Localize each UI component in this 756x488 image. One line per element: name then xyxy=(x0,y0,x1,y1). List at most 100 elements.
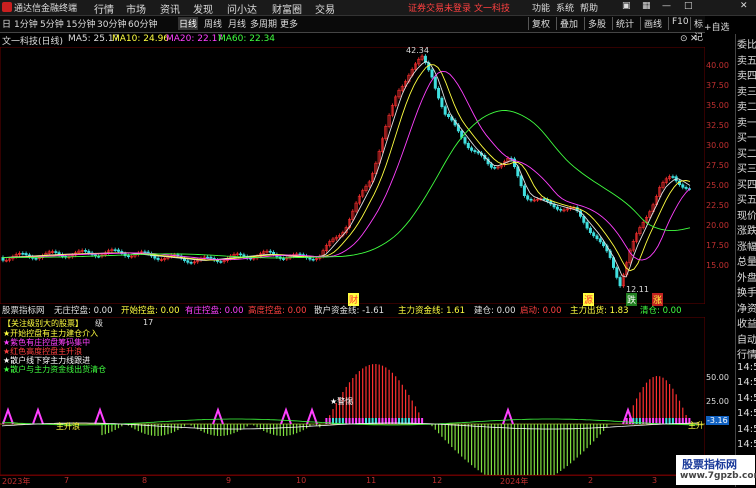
ind-value-gaodu: 高度控盘: 0.00 xyxy=(248,306,307,316)
candle xyxy=(117,249,121,252)
period-multi[interactable]: 多周期 xyxy=(250,17,277,30)
stock-title: 文一科技(日线) xyxy=(2,37,64,47)
period-monthly[interactable]: 月线 xyxy=(228,17,246,30)
candle xyxy=(281,258,285,260)
candle xyxy=(595,235,599,240)
grid-icon[interactable]: ▦ xyxy=(642,1,651,11)
fuquan-button[interactable]: 复权 xyxy=(528,17,553,30)
period-15min[interactable]: 15分钟 xyxy=(66,17,95,30)
sidebar-item[interactable]: 14:50 xyxy=(737,408,756,419)
price-tick: 40.00 xyxy=(706,61,729,70)
base-bar xyxy=(658,418,661,424)
sidebar-item[interactable]: 卖五 xyxy=(737,52,756,67)
base-bar xyxy=(341,418,344,424)
title-bar: 通达信金融终端 行情 市场 资讯 发现 问小达 财富圈 交易 证券交易未登录 文… xyxy=(0,0,756,16)
tongji-button[interactable]: 统计 xyxy=(612,17,637,30)
sidebar-item[interactable]: 14:50 xyxy=(737,362,756,373)
date-axis: 2023年 7 8 9 10 11 12 2024年 2 3 xyxy=(0,475,735,488)
candle xyxy=(615,267,619,278)
sidebar-item[interactable]: 买四 xyxy=(737,176,756,191)
candle xyxy=(209,256,213,259)
close-small-icon[interactable]: ✕ xyxy=(690,34,698,44)
sidebar-item[interactable]: 现价 xyxy=(737,207,756,222)
sidebar-item[interactable]: 买二 xyxy=(737,145,756,160)
period-60min[interactable]: 60分钟 xyxy=(128,17,157,30)
f10-button[interactable]: F10 xyxy=(668,17,692,30)
candle xyxy=(526,195,530,200)
menu-bangzhu[interactable]: 帮助 xyxy=(580,1,598,14)
period-5min[interactable]: 5分钟 xyxy=(40,17,64,30)
menu-caifuquan[interactable]: 财富圈 xyxy=(272,1,302,16)
base-bar xyxy=(348,418,351,424)
period-1min[interactable]: 1分钟 xyxy=(14,17,38,30)
sidebar-item[interactable]: 卖二 xyxy=(737,98,756,113)
ma60-line xyxy=(2,110,691,259)
ma10-value: MA10: 24.96 xyxy=(112,34,170,44)
sidebar-item[interactable]: 涨跌 xyxy=(737,222,756,237)
menu-jiaoyi[interactable]: 交易 xyxy=(315,1,335,16)
maximize-icon[interactable]: □ xyxy=(684,1,693,11)
sidebar-item[interactable]: 14:50 xyxy=(737,424,756,435)
minimize-icon[interactable]: — xyxy=(662,1,671,11)
sidebar-item[interactable]: 收益 xyxy=(737,315,756,330)
sidebar-item[interactable]: 卖四 xyxy=(737,67,756,82)
sidebar-item[interactable]: 委比 xyxy=(737,36,756,51)
add-watch-button[interactable]: +自选 xyxy=(704,20,730,33)
stock-name-promo[interactable]: 文一科技 xyxy=(474,1,510,14)
period-weekly[interactable]: 周线 xyxy=(204,17,222,30)
candle xyxy=(153,255,157,259)
candle xyxy=(437,88,441,99)
period-30min[interactable]: 30分钟 xyxy=(97,17,126,30)
candle xyxy=(433,76,437,89)
sidebar-item[interactable]: 买一 xyxy=(737,129,756,144)
huaxian-button[interactable]: 画线 xyxy=(640,17,665,30)
base-bar xyxy=(345,418,348,424)
base-bar xyxy=(625,418,628,424)
price-tick: 32.50 xyxy=(706,121,729,130)
login-status[interactable]: 证券交易未登录 xyxy=(408,1,471,14)
menu-hangqing[interactable]: 行情 xyxy=(94,1,114,16)
menu-xitong[interactable]: 系统 xyxy=(556,1,574,14)
purple-peak xyxy=(94,407,106,425)
candle xyxy=(219,261,223,263)
menu-faxian[interactable]: 发现 xyxy=(193,1,213,16)
sidebar-item[interactable]: 14:50 xyxy=(737,439,756,450)
sidebar-item[interactable]: 涨幅 xyxy=(737,238,756,253)
diejia-button[interactable]: 叠加 xyxy=(556,17,581,30)
sidebar-item[interactable]: 换手 xyxy=(737,284,756,299)
settings-icon[interactable]: ⊙ xyxy=(680,34,688,44)
sidebar-item[interactable]: 行情 xyxy=(737,346,756,361)
sidebar-item[interactable]: 自动 xyxy=(737,331,756,346)
menu-shichang[interactable]: 市场 xyxy=(126,1,146,16)
menu-wenxiaoda[interactable]: 问小达 xyxy=(227,1,257,16)
sidebar-item[interactable]: 总量 xyxy=(737,253,756,268)
period-toolbar: 日 1分钟 5分钟 15分钟 30分钟 60分钟 日线 周线 月线 多周期 更多… xyxy=(0,16,705,43)
period-daily[interactable]: 日线 xyxy=(178,17,199,30)
sidebar-item[interactable]: 买五 xyxy=(737,191,756,206)
price-tick: 30.00 xyxy=(706,141,729,150)
period-more[interactable]: 更多 xyxy=(280,17,298,30)
candle xyxy=(681,184,685,188)
candle xyxy=(443,106,447,115)
sidebar-item[interactable]: 买三 xyxy=(737,160,756,175)
duogu-button[interactable]: 多股 xyxy=(584,17,609,30)
ma-info-bar: 文一科技(日线) MA5: 25.17 MA10: 24.96 MA20: 22… xyxy=(0,34,705,47)
chart-icon[interactable]: ▣ xyxy=(622,1,631,11)
sidebar-item[interactable]: 净资 xyxy=(737,300,756,315)
date-label: 2024年 xyxy=(500,477,529,486)
sidebar-item[interactable]: 14:50 xyxy=(737,377,756,388)
sidebar-item[interactable]: 卖一 xyxy=(737,114,756,129)
ind-value-jiancang: 建仓: 0.00 xyxy=(474,306,516,316)
sidebar-item[interactable]: 外盘 xyxy=(737,269,756,284)
menu-gongneng[interactable]: 功能 xyxy=(532,1,550,14)
price-chart xyxy=(0,47,705,304)
date-label: 10 xyxy=(296,476,307,485)
sidebar-item[interactable]: 卖三 xyxy=(737,83,756,98)
period-day[interactable]: 日 xyxy=(2,17,11,30)
menu-zixun[interactable]: 资讯 xyxy=(160,1,180,16)
watermark-url: www.7gpzb.com xyxy=(680,471,756,481)
candle xyxy=(555,206,559,210)
date-label: 2 xyxy=(588,476,594,485)
sidebar-item[interactable]: 14:50 xyxy=(737,393,756,404)
close-icon[interactable]: ✕ xyxy=(740,1,748,11)
